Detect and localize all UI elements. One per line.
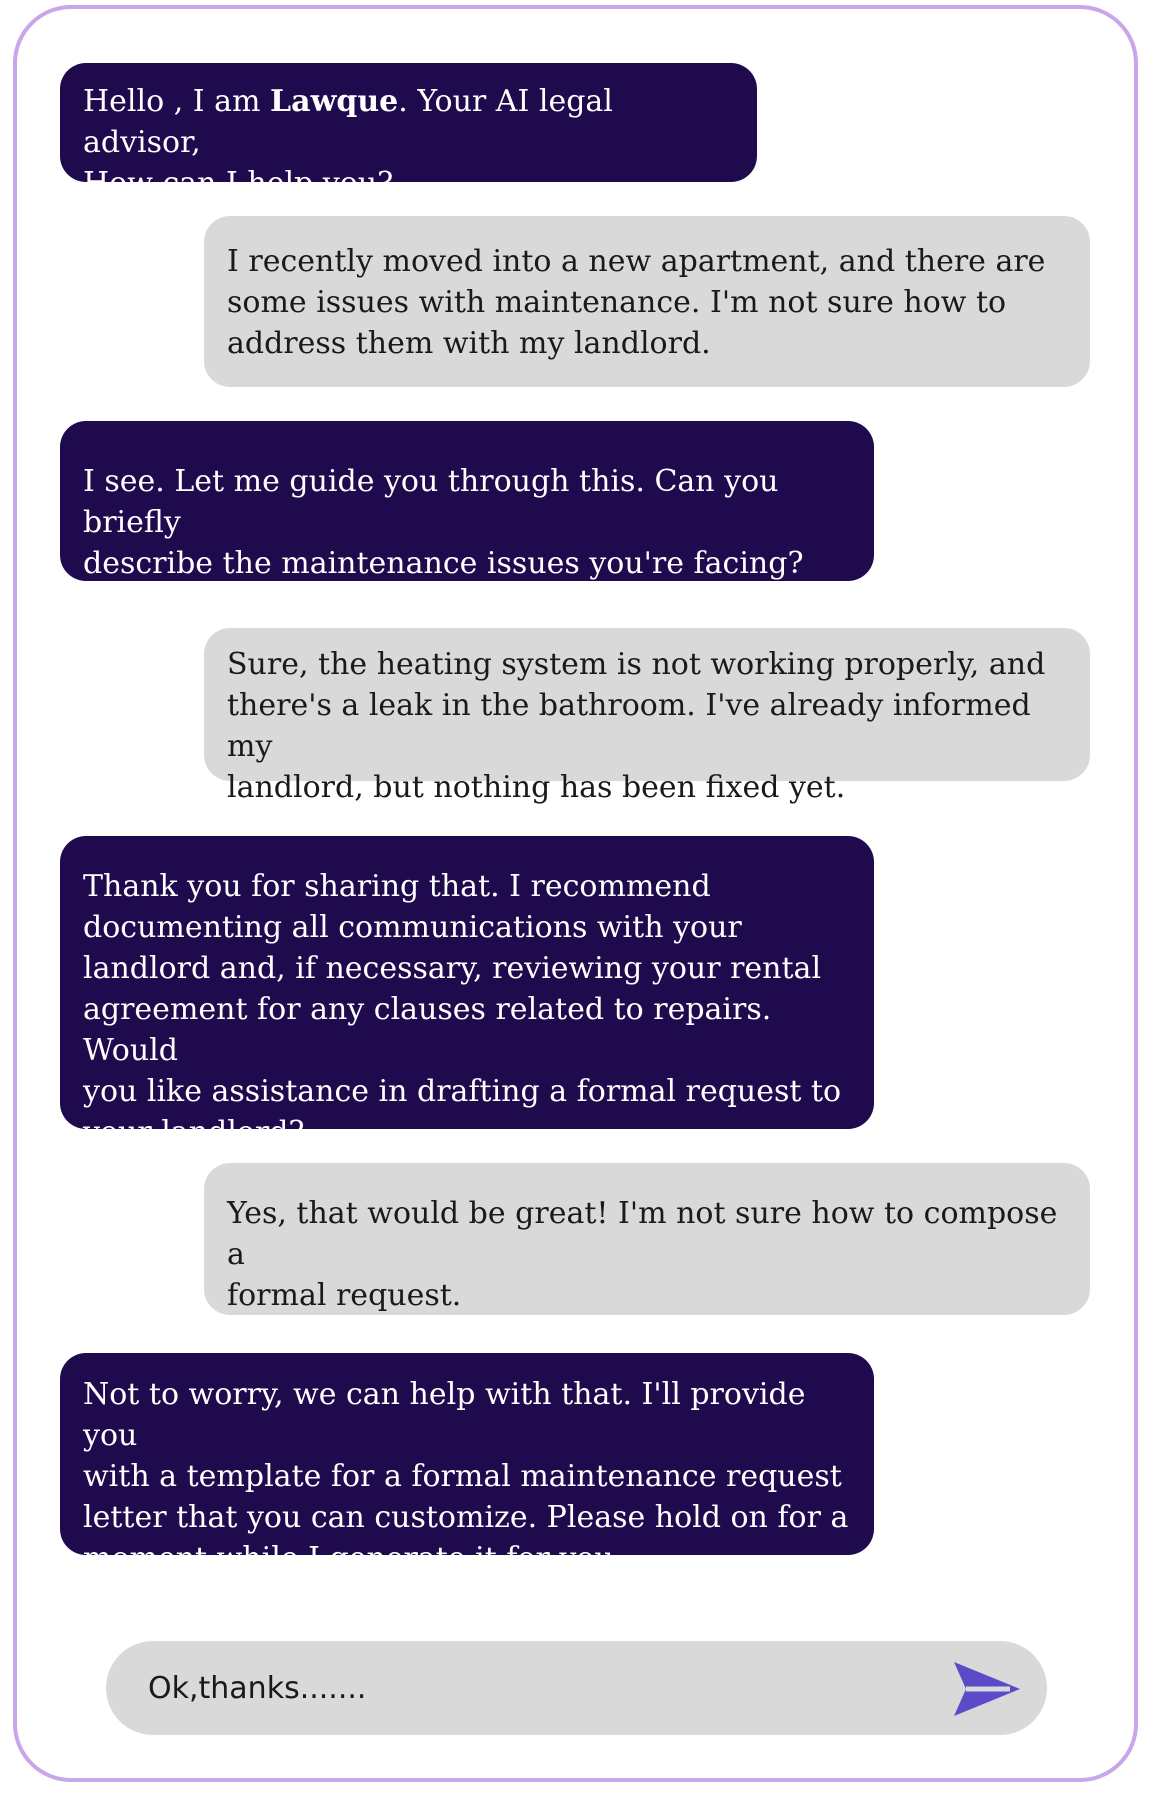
bot-message: Thank you for sharing that. I recommend … [60,836,874,1150]
message-composer [106,1641,1047,1735]
assistant-name: Lawque [270,84,399,119]
bot-message: Not to worry, we can help with that. I'l… [60,1353,874,1576]
user-message: I recently moved into a new apartment, a… [204,216,1090,387]
bot-message: Hello , I am Lawque. Your AI legal advis… [60,63,757,201]
message-input[interactable] [148,1641,928,1735]
user-message: Sure, the heating system is not working … [204,628,1090,805]
send-arrow-icon[interactable] [950,1658,1022,1720]
bot-message: I see. Let me guide you through this. Ca… [60,421,874,581]
user-message: Yes, that would be great! I'm not sure h… [204,1163,1090,1315]
